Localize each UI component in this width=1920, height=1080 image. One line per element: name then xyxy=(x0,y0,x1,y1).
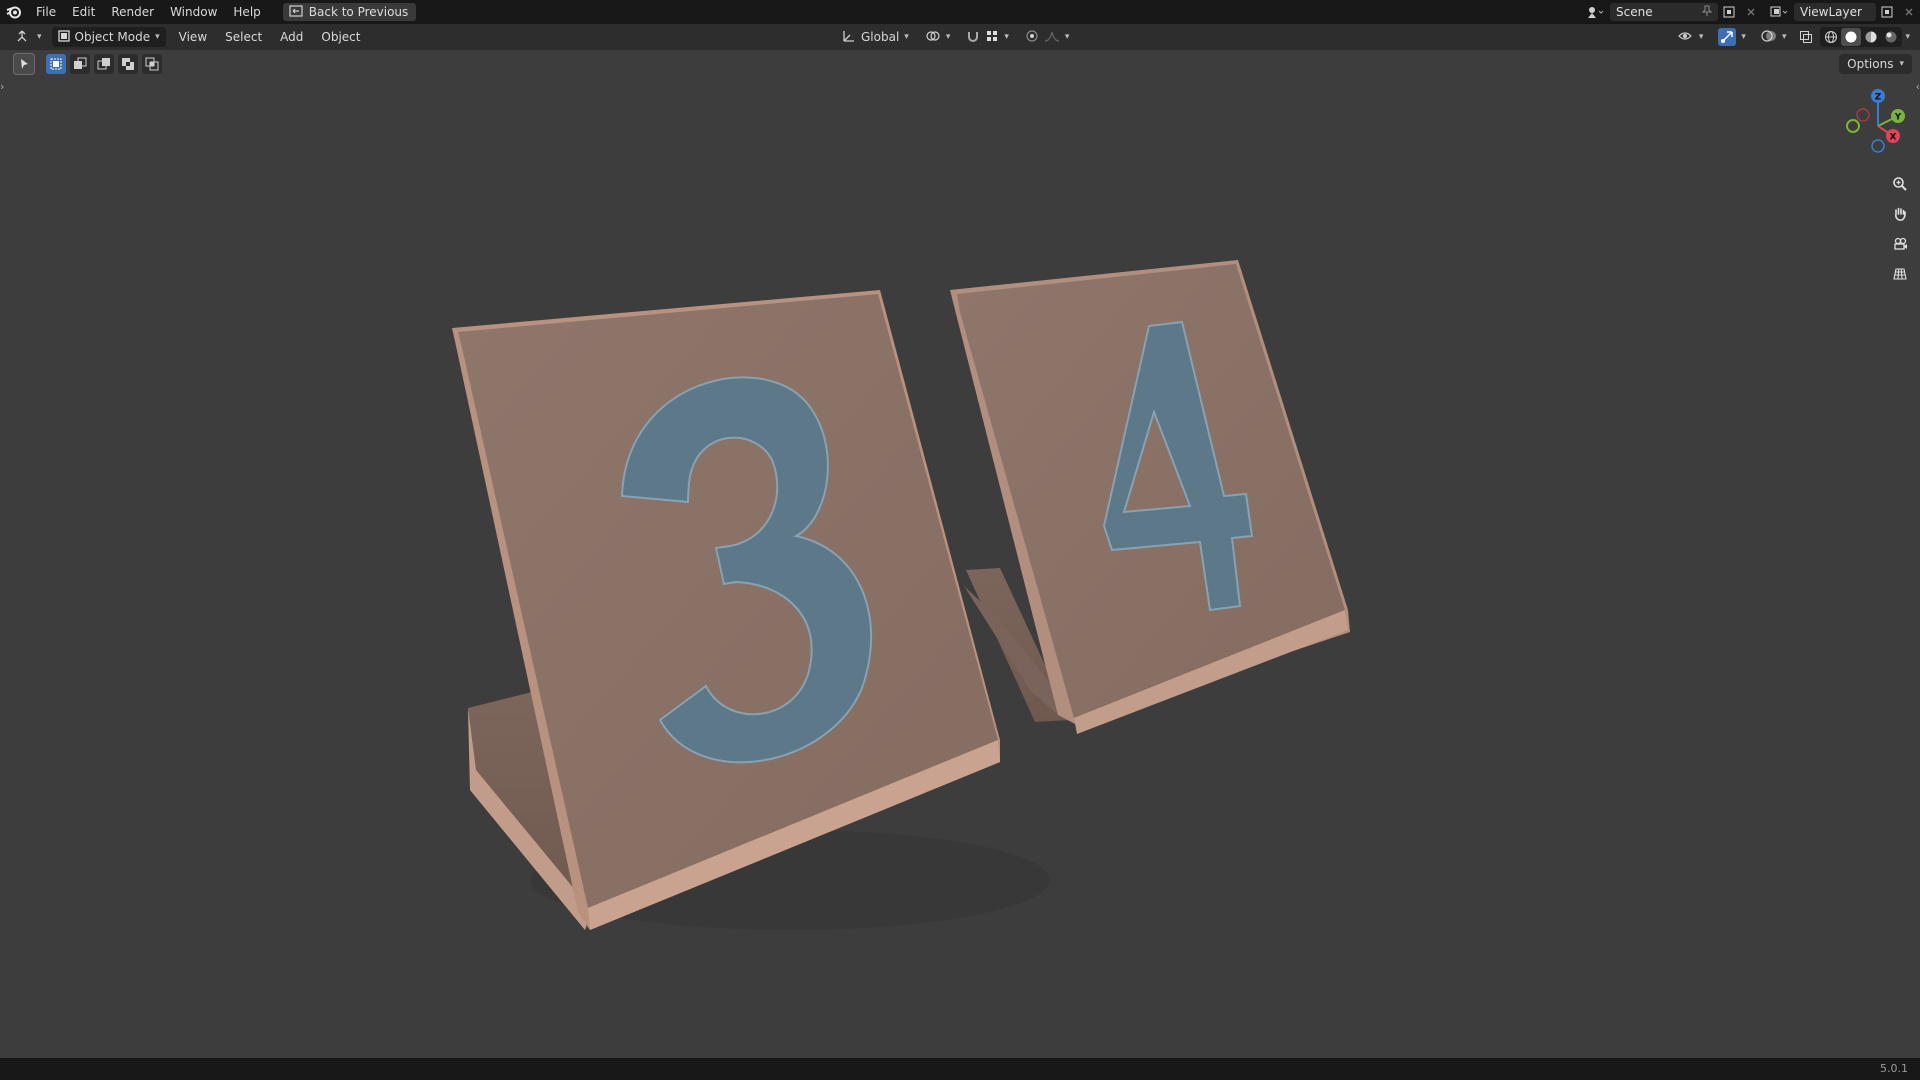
snap-dropdown[interactable]: ▾ xyxy=(960,27,1015,47)
z-axis-label: Z xyxy=(1875,93,1882,103)
camera-view-icon[interactable] xyxy=(1888,232,1912,256)
snap-grid-icon xyxy=(985,29,999,46)
menu-view[interactable]: View xyxy=(170,24,216,50)
proportional-editing-dropdown[interactable]: ▾ xyxy=(1019,27,1076,47)
select-invert-icon[interactable] xyxy=(118,54,138,74)
chevron-down-icon: ▾ xyxy=(37,32,42,42)
select-extend-icon[interactable] xyxy=(70,54,90,74)
select-tool-icon[interactable] xyxy=(13,53,35,75)
sign-3-object[interactable] xyxy=(452,290,1000,930)
pivot-point-icon xyxy=(925,29,941,46)
ortho-grid-icon[interactable] xyxy=(1888,262,1912,286)
version-label: 5.0.1 xyxy=(1880,1062,1908,1075)
chevron-down-icon: ▾ xyxy=(1899,59,1904,69)
x-axis-label: X xyxy=(1890,133,1897,143)
xray-toggle-icon[interactable] xyxy=(1795,28,1817,46)
back-arrow-icon xyxy=(289,4,303,20)
3d-viewport[interactable]: › ‹ Options ▾ Z Y X xyxy=(0,50,1920,1058)
options-dropdown[interactable]: Options ▾ xyxy=(1839,54,1912,74)
chevron-down-icon: ▾ xyxy=(1698,32,1704,42)
snap-magnet-icon xyxy=(966,29,980,46)
negative-x-axis-icon[interactable] xyxy=(1856,108,1870,122)
back-to-previous-label: Back to Previous xyxy=(308,5,409,19)
menu-file[interactable]: File xyxy=(28,0,64,24)
options-label: Options xyxy=(1847,57,1894,71)
chevron-down-icon: ▾ xyxy=(1741,32,1746,42)
viewport-editor-icon xyxy=(16,29,32,46)
selectability-visibility-dropdown[interactable]: ▾ xyxy=(1672,27,1710,47)
mode-label: Object Mode xyxy=(74,30,151,44)
menu-render[interactable]: Render xyxy=(103,0,162,24)
scene-browse-icon[interactable] xyxy=(1584,3,1606,21)
transform-orientation-dropdown[interactable]: Global ▾ xyxy=(836,27,915,47)
view-layer-browse-icon[interactable] xyxy=(1768,3,1790,21)
gizmo-dropdown[interactable]: ▾ xyxy=(1712,27,1752,47)
transform-orientation-label: Global xyxy=(861,30,900,44)
select-subtract-icon[interactable] xyxy=(94,54,114,74)
chevron-down-icon: ▾ xyxy=(1781,32,1787,42)
shading-options-chevron-icon[interactable]: ▾ xyxy=(1905,32,1910,42)
viewport-header: ▾ Object Mode ▾ View Select Add Object G… xyxy=(0,24,1920,50)
solid-shading-icon[interactable] xyxy=(1841,28,1862,46)
back-to-previous-button[interactable]: Back to Previous xyxy=(282,3,417,21)
pan-hand-icon[interactable] xyxy=(1888,202,1912,226)
material-preview-shading-icon[interactable] xyxy=(1861,28,1881,46)
top-bar: File Edit Render Window Help Back to Pre… xyxy=(0,0,1920,24)
new-scene-icon[interactable] xyxy=(1718,3,1740,21)
select-intersect-icon[interactable] xyxy=(142,54,162,74)
gizmo-toggle-icon[interactable] xyxy=(1718,28,1737,46)
chevron-down-icon: ▾ xyxy=(1004,32,1009,42)
overlays-icon xyxy=(1761,29,1777,46)
chevron-down-icon: ▾ xyxy=(904,32,909,42)
mode-dropdown[interactable]: Object Mode ▾ xyxy=(51,27,166,47)
negative-z-axis-icon[interactable] xyxy=(1871,139,1885,153)
zoom-icon[interactable] xyxy=(1888,172,1912,196)
menu-window[interactable]: Window xyxy=(162,0,225,24)
pivot-point-dropdown[interactable]: ▾ xyxy=(919,27,957,47)
negative-y-axis-icon[interactable] xyxy=(1846,119,1860,133)
falloff-curve-icon xyxy=(1044,29,1060,46)
status-bar: 5.0.1 xyxy=(0,1058,1920,1080)
selection-tool-row xyxy=(13,53,162,75)
menu-help[interactable]: Help xyxy=(225,0,268,24)
menu-object[interactable]: Object xyxy=(312,24,369,50)
chevron-down-icon: ▾ xyxy=(945,32,951,42)
navigation-gizmo[interactable]: Z Y X xyxy=(1830,84,1910,164)
chevron-down-icon: ▾ xyxy=(1064,32,1070,42)
sidebar-expand-arrow-icon[interactable]: ‹ xyxy=(1916,80,1920,93)
eye-cursor-icon xyxy=(1678,29,1694,46)
view-layer-label: ViewLayer xyxy=(1800,5,1862,19)
editor-type-dropdown[interactable]: ▾ xyxy=(10,27,48,47)
y-axis-label: Y xyxy=(1894,113,1902,123)
rendered-shading-icon[interactable] xyxy=(1881,28,1901,46)
new-view-layer-icon[interactable] xyxy=(1876,3,1898,21)
chevron-down-icon: ▾ xyxy=(155,32,160,42)
menu-select[interactable]: Select xyxy=(216,24,271,50)
overlays-dropdown[interactable]: ▾ xyxy=(1755,27,1793,47)
delete-view-layer-icon[interactable] xyxy=(1898,3,1920,21)
menu-edit[interactable]: Edit xyxy=(64,0,103,24)
blender-logo-icon[interactable] xyxy=(0,0,28,24)
delete-scene-icon[interactable] xyxy=(1740,3,1762,21)
scene-name-field[interactable]: Scene xyxy=(1610,3,1718,21)
toolbar-expand-arrow-icon[interactable]: › xyxy=(0,80,4,93)
scene-render[interactable] xyxy=(0,50,1920,1058)
orientation-axes-icon xyxy=(842,29,856,46)
menu-add[interactable]: Add xyxy=(271,24,312,50)
select-new-icon[interactable] xyxy=(46,54,66,74)
wireframe-shading-icon[interactable] xyxy=(1821,28,1841,46)
view-layer-field[interactable]: ViewLayer xyxy=(1794,3,1876,21)
proportional-editing-icon xyxy=(1025,29,1039,46)
object-mode-icon xyxy=(57,29,70,45)
sign-4-object[interactable] xyxy=(950,260,1350,734)
scene-name-label: Scene xyxy=(1616,5,1653,19)
pin-icon[interactable] xyxy=(1701,5,1713,20)
